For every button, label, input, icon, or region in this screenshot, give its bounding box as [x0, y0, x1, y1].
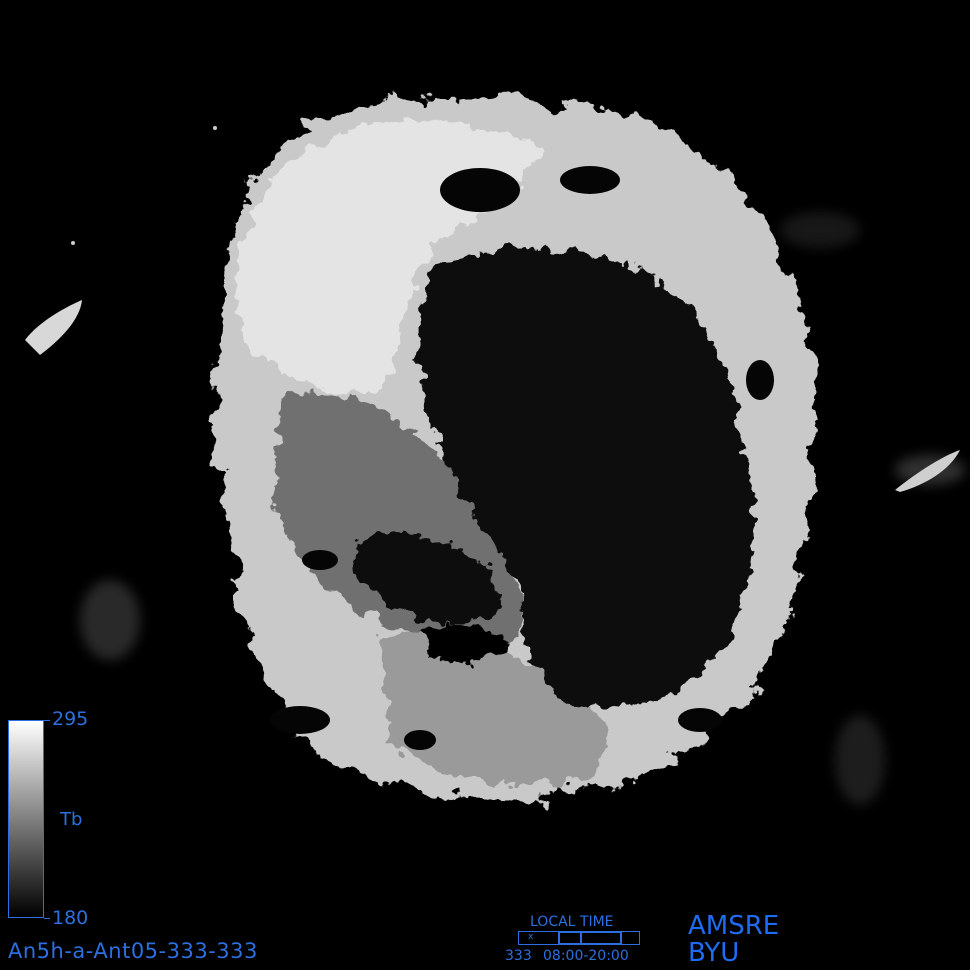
colorbar-min-label: 180 [52, 907, 89, 929]
colorbar-quantity-label: Tb [60, 809, 83, 830]
local-time-title: LOCAL TIME [530, 914, 614, 930]
sensor-label: AMSRE [688, 911, 780, 941]
colorbar-tick-max [44, 720, 50, 721]
local-time-range: 08:00-20:00 [543, 948, 629, 964]
local-time-day: 333 [505, 948, 532, 964]
colorbar-max-label: 295 [52, 708, 89, 730]
local-time-divider [580, 931, 582, 945]
antarctica-brightness-map [25, 98, 965, 805]
local-time-marker: x [528, 932, 534, 942]
colorbar [8, 720, 44, 918]
local-time-window [558, 931, 622, 945]
org-label: BYU [688, 938, 740, 968]
colorbar-tick-min [44, 918, 50, 919]
image-filename: An5h-a-Ant05-333-333 [8, 939, 258, 963]
